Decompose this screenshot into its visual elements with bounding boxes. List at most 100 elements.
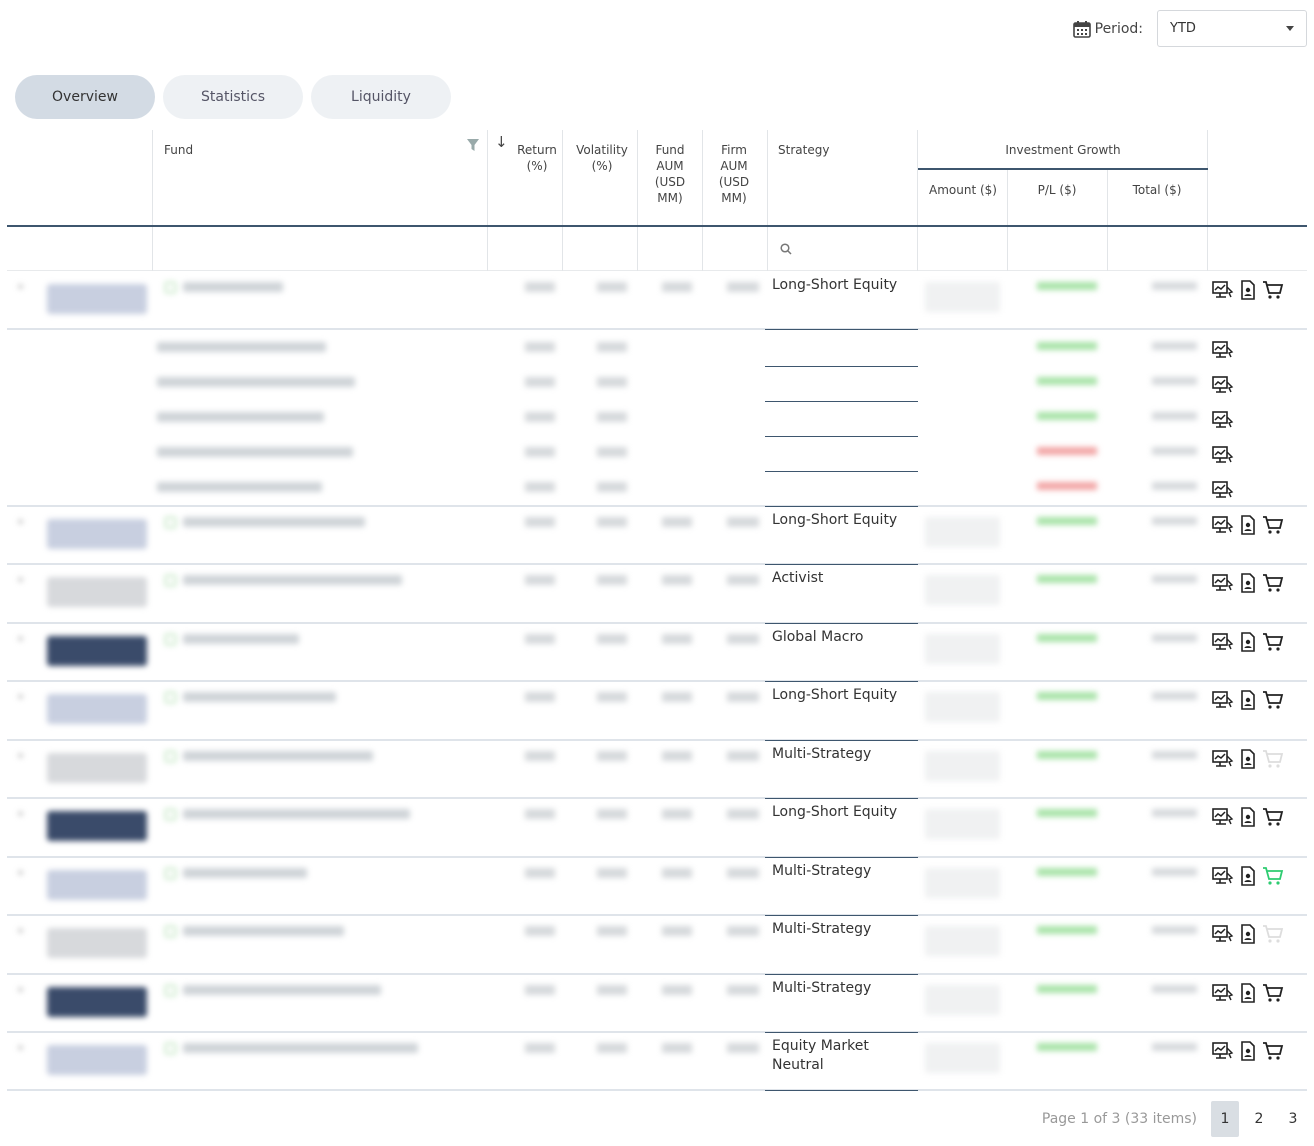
table-row[interactable]: ▸ Long-Short Equity xyxy=(7,507,1307,565)
factsheet-icon[interactable] xyxy=(1240,690,1256,714)
cart-icon[interactable] xyxy=(1262,807,1284,831)
strategy-cell: Global Macro xyxy=(772,629,864,645)
fund-logo xyxy=(47,753,147,783)
strategy-cell: Multi-Strategy xyxy=(772,863,872,879)
growth-chart-icon[interactable] xyxy=(1212,866,1234,890)
growth-chart-icon[interactable] xyxy=(1212,480,1234,504)
cart-icon[interactable] xyxy=(1262,1041,1284,1065)
table-row[interactable]: ▸ Long-Short Equity xyxy=(7,682,1307,741)
calendar-icon xyxy=(1072,20,1091,38)
factsheet-icon[interactable] xyxy=(1240,573,1256,597)
strategy-cell: Multi-Strategy xyxy=(772,746,872,762)
table-row[interactable] xyxy=(7,332,1307,367)
factsheet-icon[interactable] xyxy=(1240,924,1256,948)
col-firm-aum[interactable]: Firm AUM (USD MM) xyxy=(709,142,759,237)
growth-chart-icon[interactable] xyxy=(1212,749,1234,773)
tab-liquidity[interactable]: Liquidity xyxy=(311,75,451,119)
table-row[interactable]: ▸ Multi-Strategy xyxy=(7,916,1307,975)
strategy-cell: Multi-Strategy xyxy=(772,980,872,996)
search-icon[interactable] xyxy=(780,243,792,255)
cart-icon[interactable] xyxy=(1262,632,1284,656)
amount-input[interactable] xyxy=(925,809,1000,839)
fund-logo xyxy=(47,1045,147,1075)
table-row[interactable] xyxy=(7,472,1307,507)
tab-overview[interactable]: Overview xyxy=(15,75,155,119)
amount-input[interactable] xyxy=(925,751,1000,781)
table-row[interactable]: ▸ Multi-Strategy xyxy=(7,858,1307,916)
strategy-cell: Long-Short Equity xyxy=(772,804,898,820)
table-row[interactable] xyxy=(7,402,1307,437)
cart-icon[interactable] xyxy=(1262,280,1284,304)
amount-input[interactable] xyxy=(925,634,1000,664)
amount-input[interactable] xyxy=(925,926,1000,956)
factsheet-icon[interactable] xyxy=(1240,1041,1256,1065)
fund-logo xyxy=(47,811,147,841)
fund-logo xyxy=(47,284,147,314)
factsheet-icon[interactable] xyxy=(1240,983,1256,1007)
page-3-button[interactable]: 3 xyxy=(1279,1101,1307,1137)
growth-chart-icon[interactable] xyxy=(1212,573,1234,597)
growth-chart-icon[interactable] xyxy=(1212,924,1234,948)
table-row[interactable]: ▸ Multi-Strategy xyxy=(7,741,1307,799)
growth-chart-icon[interactable] xyxy=(1212,515,1234,539)
filter-icon[interactable] xyxy=(466,138,480,152)
col-fund[interactable]: Fund xyxy=(164,142,193,237)
row-divider xyxy=(7,1089,1307,1091)
growth-chart-icon[interactable] xyxy=(1212,280,1234,304)
factsheet-icon[interactable] xyxy=(1240,280,1256,304)
tab-statistics[interactable]: Statistics xyxy=(163,75,303,119)
cart-icon[interactable] xyxy=(1262,690,1284,714)
strategy-divider xyxy=(765,329,918,330)
amount-input[interactable] xyxy=(925,575,1000,605)
amount-input[interactable] xyxy=(925,517,1000,547)
amount-input[interactable] xyxy=(925,282,1000,312)
page-2-button[interactable]: 2 xyxy=(1245,1101,1273,1137)
cart-icon[interactable] xyxy=(1262,983,1284,1007)
table-row[interactable]: ▸ Equity Market Neutral xyxy=(7,1033,1307,1091)
factsheet-icon[interactable] xyxy=(1240,749,1256,773)
growth-chart-icon[interactable] xyxy=(1212,690,1234,714)
amount-input[interactable] xyxy=(925,1043,1000,1073)
amount-input[interactable] xyxy=(925,868,1000,898)
col-volatility[interactable]: Volatility (%) xyxy=(572,142,632,237)
table-row[interactable] xyxy=(7,367,1307,402)
growth-chart-icon[interactable] xyxy=(1212,1041,1234,1065)
factsheet-icon[interactable] xyxy=(1240,866,1256,890)
growth-chart-icon[interactable] xyxy=(1212,807,1234,831)
pagination: Page 1 of 3 (33 items) 1 2 3 xyxy=(1042,1101,1307,1137)
table-row[interactable]: ▸ Activist xyxy=(7,565,1307,624)
col-strategy[interactable]: Strategy xyxy=(778,142,829,237)
strategy-cell: Long-Short Equity xyxy=(772,687,898,703)
sort-descending-icon[interactable]: ↓ xyxy=(495,134,508,229)
amount-input[interactable] xyxy=(925,985,1000,1015)
table-row[interactable]: ▸ Long-Short Equity xyxy=(7,799,1307,858)
cart-icon[interactable] xyxy=(1262,573,1284,597)
growth-chart-icon[interactable] xyxy=(1212,375,1234,399)
strategy-cell: Long-Short Equity xyxy=(772,512,898,528)
cart-icon[interactable] xyxy=(1262,866,1284,890)
col-fund-aum[interactable]: Fund AUM (USD MM) xyxy=(645,142,695,237)
growth-chart-icon[interactable] xyxy=(1212,632,1234,656)
factsheet-icon[interactable] xyxy=(1240,807,1256,831)
table-row[interactable]: ▸ Global Macro xyxy=(7,624,1307,682)
table-row[interactable]: ▸ Multi-Strategy xyxy=(7,975,1307,1033)
strategy-divider xyxy=(765,1090,918,1091)
period-dropdown[interactable]: YTD xyxy=(1157,10,1307,47)
factsheet-icon[interactable] xyxy=(1240,515,1256,539)
amount-input[interactable] xyxy=(925,692,1000,722)
factsheet-icon[interactable] xyxy=(1240,632,1256,656)
col-return[interactable]: Return (%) xyxy=(512,142,562,237)
chevron-down-icon xyxy=(1286,26,1294,31)
period-label: Period: xyxy=(1094,20,1143,37)
cart-icon xyxy=(1262,924,1284,948)
growth-chart-icon[interactable] xyxy=(1212,340,1234,364)
page-1-button[interactable]: 1 xyxy=(1211,1101,1239,1137)
fund-logo xyxy=(47,636,147,666)
filter-row xyxy=(7,227,1307,271)
growth-chart-icon[interactable] xyxy=(1212,410,1234,434)
table-row[interactable]: ▸ Long-Short Equity xyxy=(7,272,1307,330)
growth-chart-icon[interactable] xyxy=(1212,983,1234,1007)
table-row[interactable] xyxy=(7,437,1307,472)
cart-icon[interactable] xyxy=(1262,515,1284,539)
growth-chart-icon[interactable] xyxy=(1212,445,1234,469)
